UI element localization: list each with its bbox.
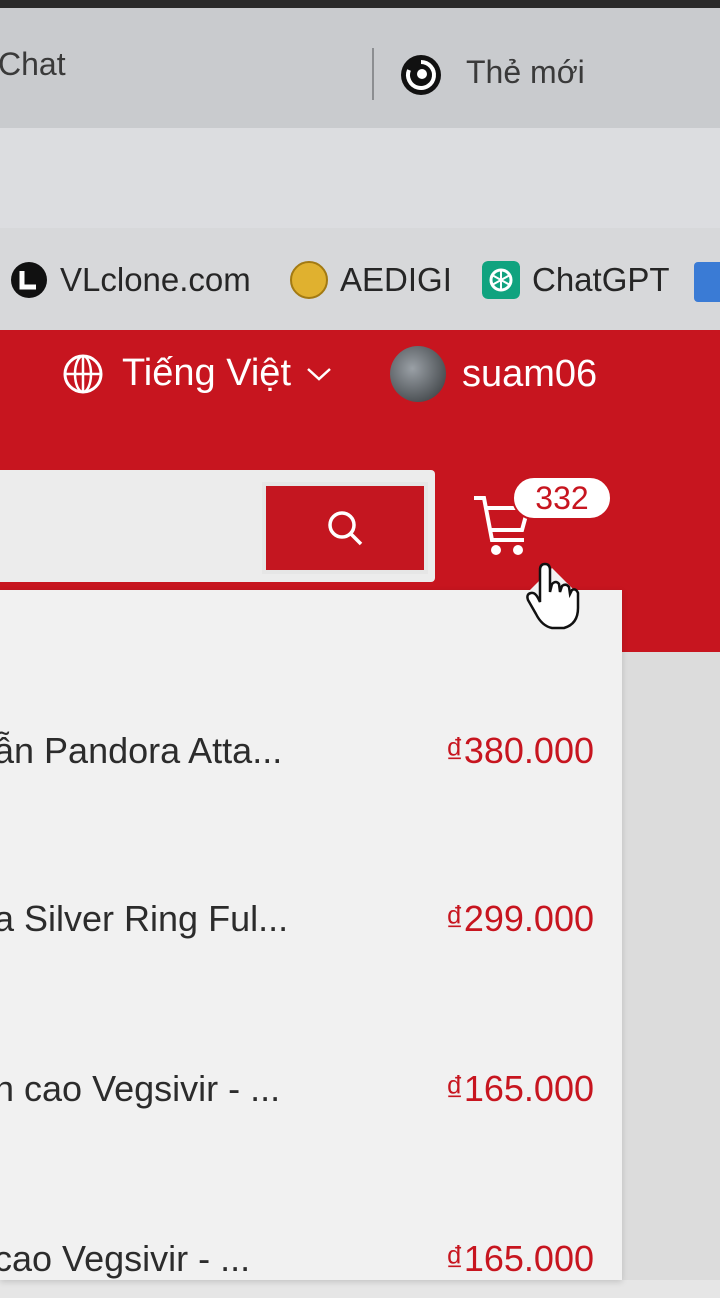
cart-count-badge: 332 xyxy=(512,476,612,520)
bookmark-vlclone[interactable]: VLclone.com xyxy=(10,258,251,302)
bookmark-label: ChatGPT xyxy=(532,261,670,298)
username: suam06 xyxy=(462,352,598,395)
cart-item[interactable]: cao Vegsivir - ... ₫165.000 xyxy=(0,1238,622,1298)
tab-chat[interactable]: Chat xyxy=(0,46,66,83)
cart-dropdown: ẫn Pandora Atta... ₫380.000 a Silver Rin… xyxy=(0,590,622,1280)
vlclone-icon xyxy=(11,262,47,298)
search-button[interactable] xyxy=(262,482,428,574)
bookmark-label: VLclone.com xyxy=(60,261,251,298)
bookmark-chatgpt[interactable]: ChatGPT xyxy=(482,258,670,302)
cart-item-price: ₫299.000 xyxy=(445,898,594,939)
hand-cursor-icon xyxy=(526,562,580,630)
avatar xyxy=(390,346,446,402)
bookmarks-bar: VLclone.com AEDIGI ChatGPT xyxy=(0,228,720,331)
spiral-icon xyxy=(401,55,441,95)
tab-new-tab[interactable]: Thẻ mới xyxy=(466,54,585,91)
cart-item-price: ₫165.000 xyxy=(445,1068,594,1109)
bookmark-label: AEDIGI xyxy=(340,261,452,298)
user-account[interactable]: suam06 xyxy=(390,346,597,402)
chevron-down-icon xyxy=(307,367,331,381)
browser-tab-bar: Chat Thẻ mới xyxy=(0,8,720,128)
globe-icon xyxy=(63,354,103,393)
chatgpt-icon xyxy=(482,261,520,299)
language-label: Tiếng Việt xyxy=(122,352,291,394)
cart-item[interactable]: a Silver Ring Ful... ₫299.000 xyxy=(0,898,622,958)
top-edge xyxy=(0,0,720,8)
address-bar-area xyxy=(0,128,720,228)
cart-item[interactable]: ẫn Pandora Atta... ₫380.000 xyxy=(0,730,622,790)
cart-item-name: cao Vegsivir - ... xyxy=(0,1238,251,1279)
cart-item-price: ₫165.000 xyxy=(445,1238,594,1279)
cart-item-price: ₫380.000 xyxy=(445,730,594,771)
cart-item-name: n cao Vegsivir - ... xyxy=(0,1068,281,1109)
cart-item-name: ẫn Pandora Atta... xyxy=(0,730,283,771)
search-icon xyxy=(328,511,363,546)
bookmark-overflow-icon[interactable] xyxy=(694,262,720,302)
page-background xyxy=(622,652,720,1280)
cart-item[interactable]: n cao Vegsivir - ... ₫165.000 xyxy=(0,1068,622,1128)
tab-separator xyxy=(372,48,374,100)
language-selector[interactable]: Tiếng Việt xyxy=(62,352,333,395)
bookmark-aedigi[interactable]: AEDIGI xyxy=(290,258,452,302)
aedigi-icon xyxy=(290,261,328,299)
cart-item-name: a Silver Ring Ful... xyxy=(0,898,289,939)
